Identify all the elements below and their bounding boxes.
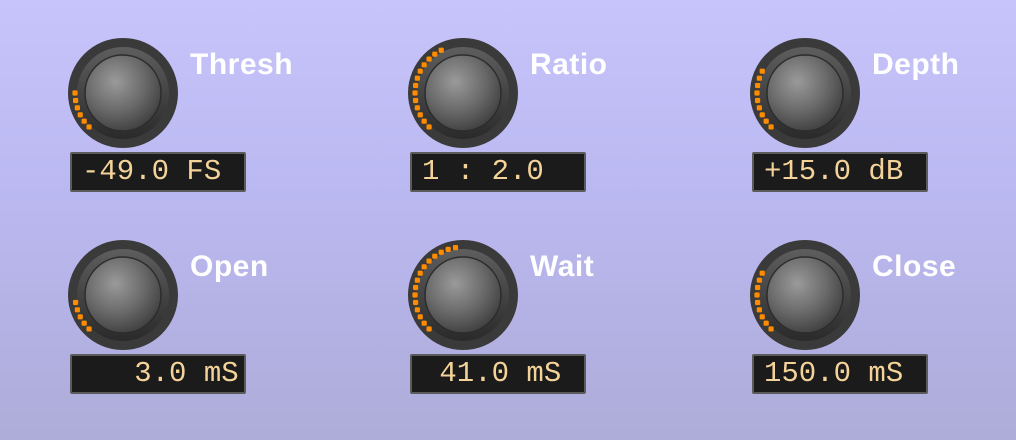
knob-unit-open: Open 3.0 mS [64,236,324,416]
knob-level-dot [759,314,765,320]
open-knob-wrap [64,236,182,354]
open-label: Open [190,250,269,283]
knob-unit-ratio: Ratio 1 : 2.0 [404,34,664,214]
knob-unit-close: Close 150.0 mS [746,236,1006,416]
knob-level-dot [72,299,79,306]
knob-level-dot [754,299,761,306]
close-knob[interactable] [746,236,864,354]
depth-knob-wrap [746,34,864,152]
knob-level-dot [414,75,420,81]
knob-level-dot [412,82,419,89]
knob-cap [84,54,162,132]
knob-cap [84,256,162,334]
knob-level-dot [768,326,774,332]
knob-cap [424,54,502,132]
knob-level-dot [412,90,418,96]
knob-level-dot [421,320,427,326]
knob-level-dot [754,90,760,96]
knob-level-dot [86,124,92,130]
knob-level-dot [445,246,451,252]
knob-level-dot [74,105,80,111]
ratio-knob-wrap [404,34,522,152]
knob-level-dot [414,307,420,313]
knob-level-dot [432,253,438,259]
knob-level-dot [74,307,80,313]
knob-level-dot [754,82,761,89]
knob-level-dot [81,118,87,124]
ratio-knob[interactable] [404,34,522,152]
knob-level-dot [417,314,423,320]
knob-level-dot [417,68,423,74]
knob-cap [766,256,844,334]
wait-label: Wait [530,250,595,283]
knob-level-dot [756,277,762,283]
wait-knob-wrap [404,236,522,354]
knob-unit-thresh: Thresh -49.0 FS [64,34,324,214]
knob-level-dot [754,284,761,291]
knob-level-dot [438,249,444,255]
knob-level-dot [426,56,432,62]
knob-level-dot [417,112,423,118]
knob-level-dot [759,270,765,276]
knob-level-dot [77,112,83,118]
thresh-knob[interactable] [64,34,182,152]
close-label: Close [872,250,957,283]
close-readout[interactable]: 150.0 mS [752,354,928,394]
gate-control-panel: Thresh -49.0 FS Ratio 1 : 2.0 Depth +15.… [0,0,1016,440]
thresh-knob-wrap [64,34,182,152]
knob-level-dot [412,292,418,298]
open-knob[interactable] [64,236,182,354]
wait-readout[interactable]: 41.0 mS [410,354,586,394]
knob-level-dot [81,320,87,326]
knob-level-dot [768,124,774,130]
knob-level-dot [756,75,762,81]
knob-level-dot [756,307,762,313]
knob-level-dot [417,270,423,276]
knob-level-dot [412,284,419,291]
knob-level-dot [756,105,762,111]
knob-level-dot [421,118,427,124]
depth-readout[interactable]: +15.0 dB [752,152,928,192]
knob-level-dot [763,320,769,326]
thresh-readout[interactable]: -49.0 FS [70,152,246,192]
knob-level-dot [452,244,459,251]
knob-level-dot [77,314,83,320]
knob-level-dot [421,264,427,270]
knob-level-dot [414,277,420,283]
depth-label: Depth [872,48,960,81]
knob-level-dot [759,112,765,118]
knob-level-dot [72,97,79,104]
knob-level-dot [759,68,765,74]
open-readout[interactable]: 3.0 mS [70,354,246,394]
knob-level-dot [426,326,432,332]
knob-unit-depth: Depth +15.0 dB [746,34,1006,214]
depth-knob[interactable] [746,34,864,152]
knob-cap [424,256,502,334]
knob-unit-wait: Wait 41.0 mS [404,236,664,416]
knob-cap [766,54,844,132]
knob-level-dot [426,124,432,130]
knob-level-dot [72,90,78,96]
thresh-label: Thresh [190,48,294,81]
knob-level-dot [754,292,760,298]
knob-level-dot [86,326,92,332]
ratio-label: Ratio [530,48,608,81]
ratio-readout[interactable]: 1 : 2.0 [410,152,586,192]
wait-knob[interactable] [404,236,522,354]
knob-level-dot [426,258,432,264]
knob-level-dot [412,97,419,104]
knob-level-dot [754,97,761,104]
close-knob-wrap [746,236,864,354]
knob-level-dot [438,47,444,53]
knob-level-dot [432,51,438,57]
knob-level-dot [414,105,420,111]
knob-level-dot [421,62,427,68]
knob-level-dot [763,118,769,124]
knob-level-dot [412,299,419,306]
